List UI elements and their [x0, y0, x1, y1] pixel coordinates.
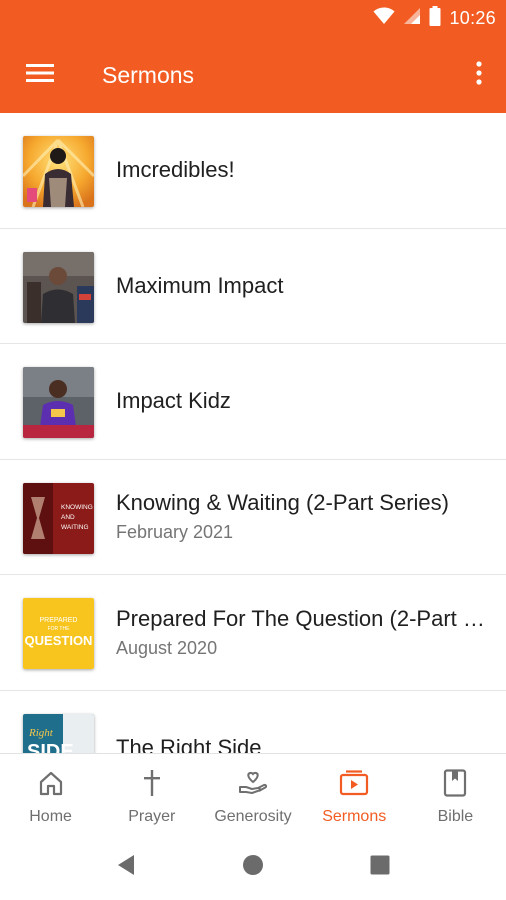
page-title: Sermons [102, 62, 195, 88]
sermon-title: The Right Side [116, 734, 262, 753]
video-icon [339, 768, 369, 798]
nav-item-generosity[interactable]: Generosity [202, 754, 303, 833]
sermon-title: Prepared For The Question (2-Part Series… [116, 605, 488, 631]
nav-label: Bible [437, 808, 474, 825]
sermon-row[interactable]: Maximum Impact [0, 229, 506, 344]
nav-item-sermons[interactable]: Sermons [304, 754, 405, 833]
sermon-thumbnail: Right SIDE [23, 713, 94, 754]
thumbnail-text: AND [61, 514, 75, 521]
battery-icon [429, 5, 441, 31]
status-icons: 10:26 [373, 5, 496, 31]
sermon-title: Maximum Impact [116, 272, 284, 298]
thumbnail-text: QUESTION [25, 633, 93, 648]
sermon-thumbnail: KNOWING AND WAITING [23, 482, 94, 554]
sermon-row[interactable]: Impact Kidz [0, 344, 506, 460]
sermon-date: February 2021 [116, 522, 234, 543]
sermon-row[interactable]: PREPARED FOR THE QUESTION Prepared For T… [0, 575, 506, 691]
menu-button[interactable] [18, 58, 62, 92]
back-triangle-icon [116, 854, 136, 881]
bottom-navigation: Home Prayer Generosity Sermons Bible [0, 753, 506, 833]
recents-button[interactable] [368, 855, 392, 879]
app-bar: Sermons [0, 36, 506, 113]
more-options-button[interactable] [466, 56, 492, 94]
thumbnail-text: Right [28, 727, 54, 739]
sermon-row[interactable]: KNOWING AND WAITING Knowing & Waiting (2… [0, 460, 506, 575]
home-circle-icon [242, 854, 264, 881]
sermon-thumbnail: PREPARED FOR THE QUESTION [23, 598, 94, 669]
back-button[interactable] [114, 854, 138, 881]
sermon-title: Knowing & Waiting (2-Part Series) [116, 490, 449, 516]
sermon-thumbnail [23, 136, 94, 207]
book-icon [440, 768, 470, 798]
system-navigation-bar [0, 833, 506, 900]
cross-icon [137, 768, 167, 798]
sermon-title: Imcredibles! [116, 157, 235, 183]
nav-label: Prayer [128, 808, 176, 825]
sermon-list: Imcredibles! Maximum Impact Impact Kidz … [0, 113, 506, 753]
nav-item-prayer[interactable]: Prayer [101, 754, 202, 833]
wifi-icon [373, 7, 395, 30]
thumbnail-text: WAITING [61, 524, 89, 531]
recents-square-icon [370, 855, 390, 880]
sermon-title: Impact Kidz [116, 388, 231, 414]
sermon-thumbnail [23, 367, 94, 438]
hamburger-menu-icon [26, 63, 54, 88]
thumbnail-text: KNOWING [61, 504, 93, 511]
thumbnail-text: PREPARED [40, 617, 78, 624]
thumbnail-text: FOR THE [48, 626, 71, 632]
sermon-row[interactable]: Right SIDE The Right Side [0, 691, 506, 754]
nav-label: Home [29, 808, 72, 825]
status-time: 10:26 [449, 7, 496, 28]
cell-signal-icon [403, 7, 421, 30]
status-bar: 10:26 [0, 0, 506, 36]
sermon-thumbnail [23, 251, 94, 323]
nav-item-bible[interactable]: Bible [405, 754, 506, 833]
sermon-date: August 2020 [116, 637, 218, 658]
sermon-row[interactable]: Imcredibles! [0, 113, 506, 229]
nav-label: Sermons [322, 808, 387, 825]
home-system-button[interactable] [241, 854, 265, 881]
nav-item-home[interactable]: Home [0, 754, 101, 833]
thumbnail-text: SIDE [27, 741, 74, 754]
nav-label: Generosity [214, 808, 292, 825]
giving-hand-icon [238, 768, 268, 798]
more-vert-icon [476, 60, 482, 90]
home-icon [36, 768, 66, 798]
